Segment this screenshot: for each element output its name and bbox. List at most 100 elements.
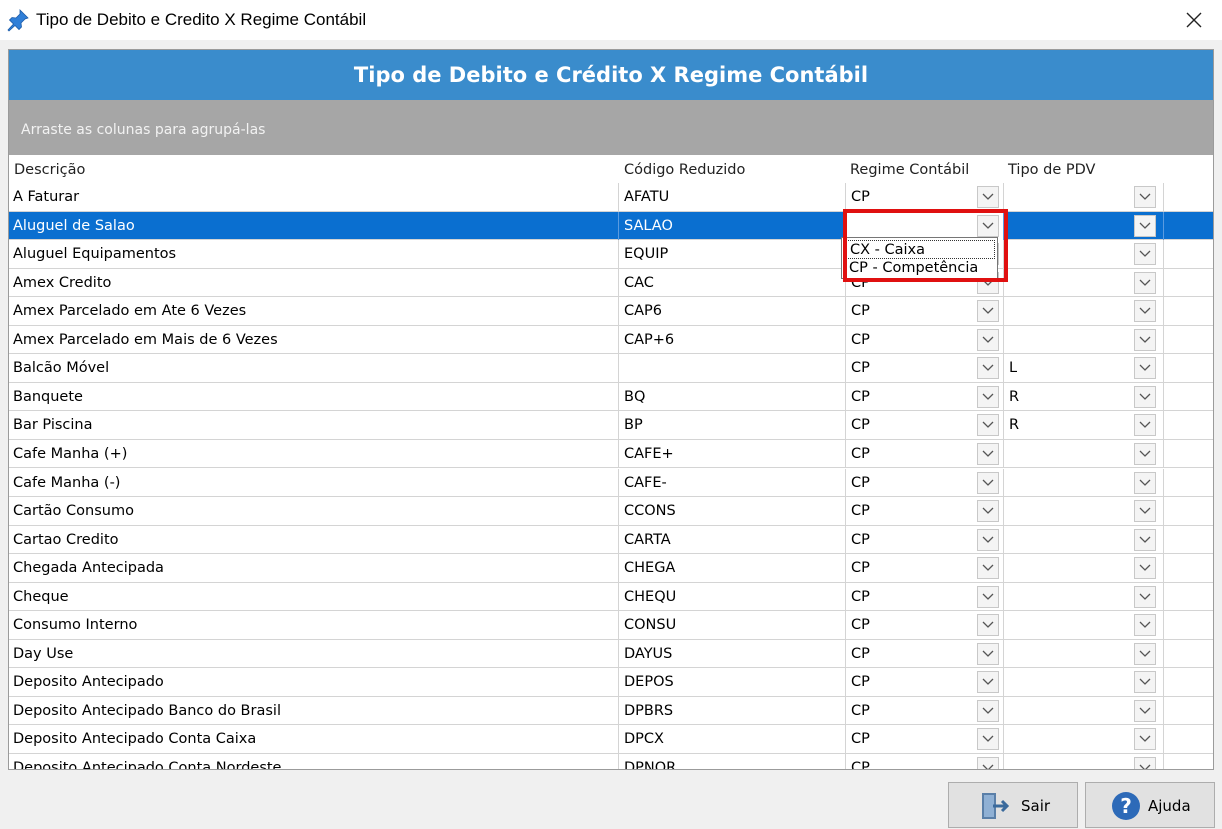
cell-codigo[interactable]: CHEQU: [618, 582, 845, 611]
cell-codigo[interactable]: EQUIP: [618, 240, 845, 269]
cell-descricao[interactable]: Amex Credito: [9, 269, 618, 297]
pdv-dropdown-button[interactable]: [1134, 642, 1156, 665]
regime-dropdown-button[interactable]: [977, 699, 999, 722]
pdv-dropdown-button[interactable]: [1134, 442, 1156, 465]
pdv-dropdown-button[interactable]: [1134, 500, 1156, 523]
pdv-dropdown-button[interactable]: [1134, 385, 1156, 408]
pdv-dropdown-button[interactable]: [1134, 243, 1156, 266]
cell-codigo[interactable]: DPCX: [618, 725, 845, 754]
table-row[interactable]: Cartao Credito CARTA CP: [9, 525, 1213, 555]
cell-descricao[interactable]: Consumo Interno: [9, 611, 618, 639]
pdv-dropdown-button[interactable]: [1134, 414, 1156, 437]
cell-descricao[interactable]: Deposito Antecipado Conta Caixa: [9, 725, 618, 753]
pdv-dropdown-button[interactable]: [1134, 271, 1156, 294]
cell-codigo[interactable]: CAP6: [618, 297, 845, 326]
column-header-codigo[interactable]: Código Reduzido: [624, 162, 745, 178]
cell-codigo[interactable]: DPBRS: [618, 696, 845, 725]
pdv-dropdown-button[interactable]: [1134, 528, 1156, 551]
cell-codigo[interactable]: DEPOS: [618, 668, 845, 697]
pdv-dropdown-button[interactable]: [1134, 757, 1156, 769]
regime-dropdown-button[interactable]: [977, 642, 999, 665]
table-row[interactable]: Deposito Antecipado Conta Caixa DPCX CP: [9, 725, 1213, 754]
table-row[interactable]: Bar Piscina BP CP R: [9, 411, 1213, 440]
exit-button[interactable]: Sair: [948, 782, 1078, 828]
column-header-descricao[interactable]: Descrição: [14, 162, 85, 178]
cell-codigo[interactable]: CAFE-: [618, 468, 845, 497]
cell-descricao[interactable]: Chegada Antecipada: [9, 554, 618, 582]
cell-codigo[interactable]: CAC: [618, 268, 845, 297]
table-row[interactable]: Deposito Antecipado Conta Nordeste DPNOR C…: [9, 754, 1213, 769]
pdv-dropdown-button[interactable]: [1134, 357, 1156, 380]
table-row[interactable]: Cartão Consumo CCONS CP: [9, 497, 1213, 526]
cell-descricao[interactable]: Cheque: [9, 583, 618, 611]
cell-descricao[interactable]: Deposito Antecipado: [9, 668, 618, 696]
table-row[interactable]: Amex Parcelado em Ate 6 Vezes CAP6 CP: [9, 297, 1213, 326]
regime-dropdown-button[interactable]: [977, 414, 999, 437]
table-row[interactable]: Cafe Manha (+) CAFE+ CP: [9, 439, 1213, 469]
pdv-dropdown-button[interactable]: [1134, 699, 1156, 722]
regime-dropdown-button[interactable]: [977, 585, 999, 608]
table-row[interactable]: Day Use DAYUS CP: [9, 639, 1213, 669]
pdv-dropdown-button[interactable]: [1134, 471, 1156, 494]
regime-dropdown-button[interactable]: [977, 186, 999, 208]
cell-codigo[interactable]: CAFE+: [618, 439, 845, 468]
regime-dropdown-button[interactable]: [977, 214, 999, 237]
table-row[interactable]: Aluguel Equipamentos EQUIP: [9, 240, 1213, 269]
table-row[interactable]: Cheque CHEQU CP: [9, 582, 1213, 612]
cell-codigo[interactable]: CCONS: [618, 497, 845, 526]
pdv-dropdown-button[interactable]: [1134, 728, 1156, 751]
cell-codigo[interactable]: CAP+6: [618, 325, 845, 354]
cell-descricao[interactable]: Cafe Manha (-): [9, 469, 618, 497]
pdv-dropdown-button[interactable]: [1134, 300, 1156, 323]
cell-codigo[interactable]: BQ: [618, 382, 845, 411]
table-row[interactable]: Amex Parcelado em Mais de 6 Vezes CAP+6 CP: [9, 325, 1213, 355]
cell-codigo[interactable]: CHEGA: [618, 554, 845, 583]
cell-descricao[interactable]: Aluguel de Salao: [9, 212, 618, 240]
table-row[interactable]: Deposito Antecipado DEPOS CP: [9, 668, 1213, 697]
cell-descricao[interactable]: Deposito Antecipado Banco do Brasil: [9, 697, 618, 725]
regime-dropdown-button[interactable]: [977, 757, 999, 769]
cell-descricao[interactable]: Aluguel Equipamentos: [9, 240, 618, 268]
table-row[interactable]: Deposito Antecipado Banco do Brasil DPBRS…: [9, 696, 1213, 726]
cell-descricao[interactable]: Amex Parcelado em Ate 6 Vezes: [9, 297, 618, 325]
cell-descricao[interactable]: Cartão Consumo: [9, 497, 618, 525]
help-button[interactable]: ? Ajuda: [1085, 782, 1215, 828]
table-row[interactable]: Cafe Manha (-) CAFE- CP: [9, 468, 1213, 497]
table-row[interactable]: A Faturar AFATU CP: [9, 183, 1213, 212]
cell-descricao[interactable]: Bar Piscina: [9, 411, 618, 439]
cell-descricao[interactable]: Cafe Manha (+): [9, 440, 618, 468]
table-row[interactable]: Amex Credito CAC CP: [9, 268, 1213, 298]
column-header-regime[interactable]: Regime Contábil: [850, 162, 969, 178]
regime-dropdown-button[interactable]: [977, 728, 999, 751]
pdv-dropdown-button[interactable]: [1134, 614, 1156, 637]
regime-dropdown-button[interactable]: [977, 328, 999, 351]
regime-dropdown-button[interactable]: [977, 528, 999, 551]
regime-dropdown-button[interactable]: [977, 357, 999, 380]
regime-dropdown-button[interactable]: [977, 442, 999, 465]
pdv-dropdown-button[interactable]: [1134, 585, 1156, 608]
regime-dropdown-button[interactable]: [977, 471, 999, 494]
cell-descricao[interactable]: Banquete: [9, 383, 618, 411]
cell-codigo[interactable]: CONSU: [618, 611, 845, 640]
cell-codigo[interactable]: DPNOR: [618, 754, 845, 769]
cell-descricao[interactable]: Amex Parcelado em Mais de 6 Vezes: [9, 326, 618, 354]
cell-descricao[interactable]: Balcão Móvel: [9, 354, 618, 382]
cell-codigo[interactable]: SALAO: [618, 211, 845, 240]
cell-codigo[interactable]: [618, 354, 845, 383]
group-by-area[interactable]: Arraste as colunas para agrupá-las: [9, 100, 1213, 155]
regime-dropdown-button[interactable]: [977, 557, 999, 580]
regime-dropdown-button[interactable]: [977, 614, 999, 637]
regime-dropdown-button[interactable]: [977, 671, 999, 694]
regime-dropdown-button[interactable]: [977, 500, 999, 523]
table-row[interactable]: Chegada Antecipada CHEGA CP: [9, 554, 1213, 583]
pdv-dropdown-button[interactable]: [1134, 186, 1156, 208]
table-row[interactable]: Balcão Móvel CP L: [9, 354, 1213, 383]
regime-option-caixa[interactable]: CX - Caixa: [845, 240, 995, 259]
table-row[interactable]: Consumo Interno CONSU CP: [9, 611, 1213, 640]
pdv-dropdown-button[interactable]: [1134, 214, 1156, 237]
regime-option-competencia[interactable]: CP - Competência: [845, 259, 995, 278]
table-row[interactable]: Aluguel de Salao SALAO: [9, 211, 1213, 241]
table-row[interactable]: Banquete BQ CP R: [9, 382, 1213, 412]
cell-codigo[interactable]: BP: [618, 411, 845, 440]
cell-descricao[interactable]: Deposito Antecipado Conta Nordeste: [9, 754, 618, 769]
